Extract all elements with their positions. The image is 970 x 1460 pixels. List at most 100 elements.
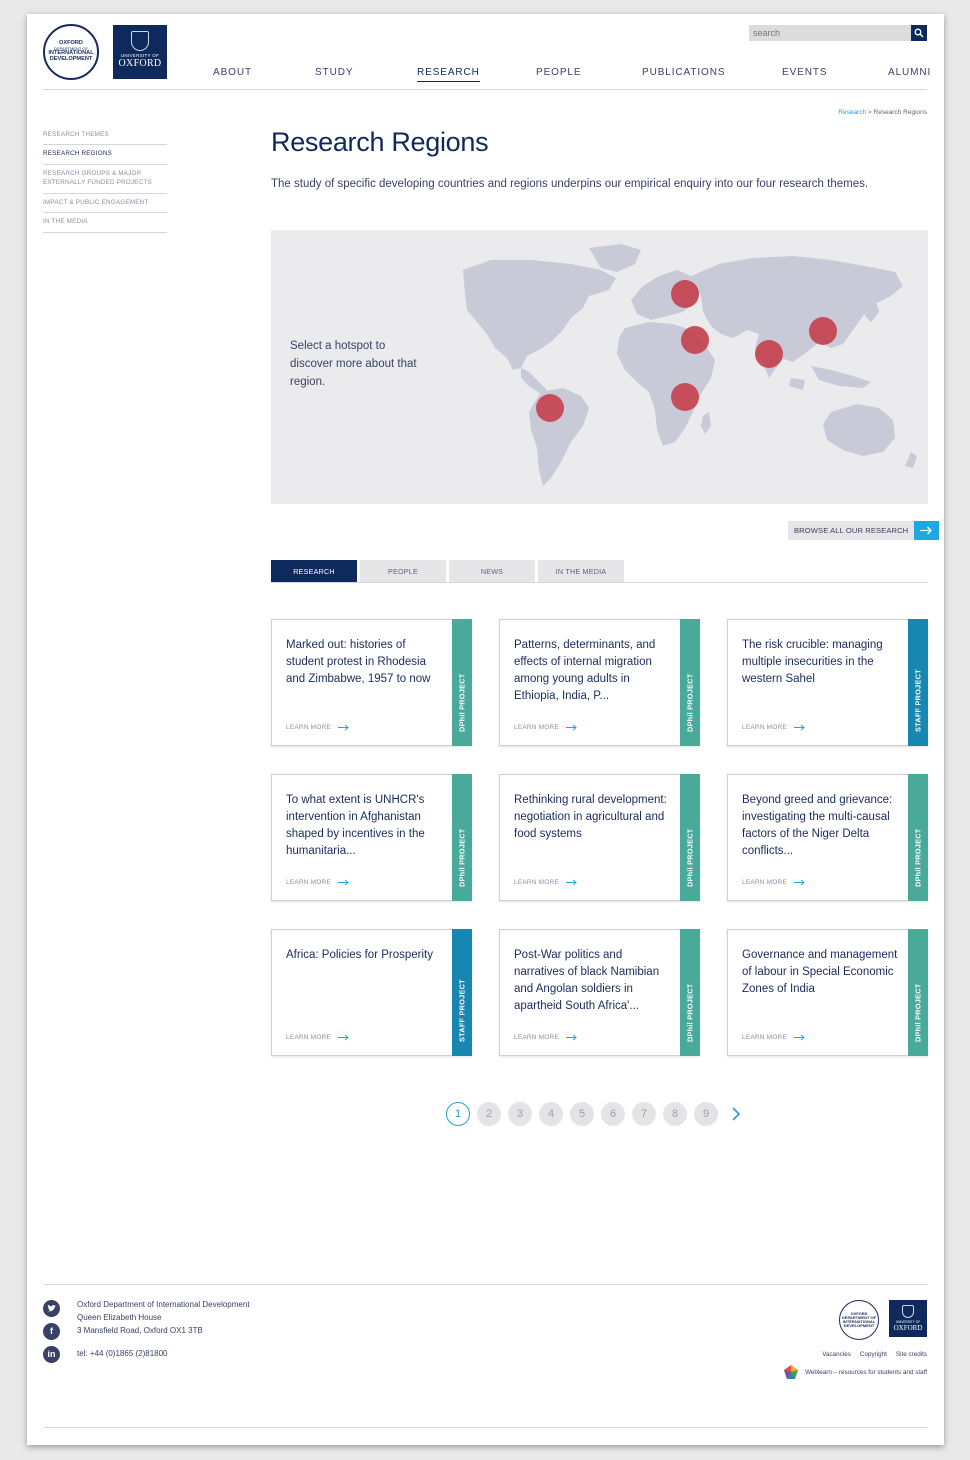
tab-news[interactable]: NEWS [449,560,535,582]
page: OXFORD DEPARTMENT OF INTERNATIONAL DEVEL… [27,14,944,1445]
page-3[interactable]: 3 [508,1102,532,1126]
footer-oid-logo[interactable]: OXFORD DEPARTMENT OF INTERNATIONAL DEVEL… [839,1300,879,1340]
nav-events[interactable]: EVENTS [782,67,827,78]
sidebar-item-in-the-media[interactable]: IN THE MEDIA [43,213,167,233]
oid-logo[interactable]: OXFORD DEPARTMENT OF INTERNATIONAL DEVEL… [43,24,99,80]
research-card[interactable]: Governance and management of labour in S… [727,929,928,1056]
weblearn-icon [784,1365,799,1379]
learn-more-link[interactable]: LEARN MORE [514,1034,578,1041]
nav-people[interactable]: PEOPLE [536,67,581,78]
footer-oxford-logo[interactable]: UNIVERSITY OF OXFORD [889,1300,927,1337]
learn-more-link[interactable]: LEARN MORE [514,724,578,731]
breadcrumb-separator: > [867,109,872,116]
hotspot-east-asia[interactable] [809,317,837,345]
twitter-icon[interactable] [43,1300,60,1317]
project-type-label: DPhil PROJECT [685,673,695,732]
nav-alumni[interactable]: ALUMNI [888,67,931,78]
research-card[interactable]: To what extent is UNHCR's intervention i… [271,774,472,901]
research-card[interactable]: Marked out: histories of student protest… [271,619,472,746]
research-card[interactable]: Africa: Policies for Prosperity LEARN MO… [271,929,472,1056]
sidebar-item-research-themes[interactable]: RESEARCH THEMES [43,127,167,146]
nav-research[interactable]: RESEARCH [417,67,480,82]
hotspot-africa[interactable] [671,383,699,411]
search-input[interactable] [749,25,911,41]
research-card[interactable]: Patterns, determinants, and effects of i… [499,619,700,746]
sidebar-item-research-regions[interactable]: RESEARCH REGIONS [43,145,167,165]
linkedin-icon[interactable]: in [43,1346,60,1363]
oxford-logo[interactable]: UNIVERSITY OF OXFORD [113,25,167,79]
project-type-label: DPhil PROJECT [685,828,695,887]
project-type-tag: DPhil PROJECT [680,619,700,746]
tab-research[interactable]: RESEARCH [271,560,357,582]
hotspot-middle-east[interactable] [681,326,709,354]
learn-more-label: LEARN MORE [742,879,787,886]
site-credits-link[interactable]: Site credits [896,1351,927,1358]
learn-more-link[interactable]: LEARN MORE [286,1034,350,1041]
next-page-button[interactable] [725,1102,749,1126]
learn-more-link[interactable]: LEARN MORE [286,879,350,886]
research-card[interactable]: Beyond greed and grievance: investigatin… [727,774,928,901]
sidebar-item-research-groups[interactable]: RESEARCH GROUPS & MAJOR EXTERNALLY FUNDE… [43,165,167,194]
nav-study[interactable]: STUDY [315,67,353,78]
learn-more-label: LEARN MORE [514,879,559,886]
learn-more-label: LEARN MORE [742,1034,787,1041]
copyright-link[interactable]: Copyright [860,1351,887,1358]
learn-more-label: LEARN MORE [514,1034,559,1041]
vacancies-link[interactable]: Vacancies [822,1351,851,1358]
page-4[interactable]: 4 [539,1102,563,1126]
page-7[interactable]: 7 [632,1102,656,1126]
project-type-label: STAFF PROJECT [913,669,923,732]
sidebar: RESEARCH THEMES RESEARCH REGIONS RESEARC… [43,127,167,233]
footer-links: Vacancies Copyright Site credits [813,1351,927,1358]
oxford-logo-big: OXFORD [893,1324,923,1332]
card-title: The risk crucible: managing multiple ins… [742,639,883,685]
card-title: Post-War politics and narratives of blac… [514,949,660,1012]
search-button[interactable] [911,25,927,41]
weblearn-link[interactable]: Weblearn – resources for students and st… [783,1364,927,1380]
tab-people[interactable]: PEOPLE [360,560,446,582]
breadcrumb-research-link[interactable]: Research [838,109,866,116]
card-title: Africa: Policies for Prosperity [286,949,433,961]
learn-more-label: LEARN MORE [286,879,331,886]
footer-telephone: tel: +44 (0)1865 (2)81800 [77,1349,168,1358]
hotspot-south-asia[interactable] [755,340,783,368]
hotspot-europe[interactable] [671,280,699,308]
hotspot-south-america[interactable] [536,394,564,422]
project-type-tag: DPhil PROJECT [452,774,472,901]
page-6[interactable]: 6 [601,1102,625,1126]
project-type-tag: DPhil PROJECT [908,929,928,1056]
learn-more-link[interactable]: LEARN MORE [286,724,350,731]
learn-more-link[interactable]: LEARN MORE [742,1034,806,1041]
page-9[interactable]: 9 [694,1102,718,1126]
learn-more-link[interactable]: LEARN MORE [742,879,806,886]
nav-about[interactable]: ABOUT [213,67,252,78]
page-title: Research Regions [271,127,489,157]
map-prompt: Select a hotspot to discover more about … [290,340,417,388]
learn-more-link[interactable]: LEARN MORE [514,879,578,886]
browse-all-research-button[interactable]: BROWSE ALL OUR RESEARCH [788,521,940,540]
nav-publications[interactable]: PUBLICATIONS [642,67,725,78]
page-5[interactable]: 5 [570,1102,594,1126]
project-type-label: DPhil PROJECT [457,673,467,732]
world-map-panel: Select a hotspot to discover more about … [271,230,928,504]
page-1[interactable]: 1 [446,1102,470,1126]
oxford-logo-big: OXFORD [118,58,162,69]
learn-more-label: LEARN MORE [286,1034,331,1041]
address-line: Queen Elizabeth House [77,1313,162,1322]
research-card[interactable]: The risk crucible: managing multiple ins… [727,619,928,746]
sidebar-item-impact[interactable]: IMPACT & PUBLIC ENGAGEMENT [43,194,167,214]
learn-more-link[interactable]: LEARN MORE [742,724,806,731]
arrow-right-icon [914,521,940,540]
tab-in-the-media[interactable]: IN THE MEDIA [538,560,624,582]
page-2[interactable]: 2 [477,1102,501,1126]
page-8[interactable]: 8 [663,1102,687,1126]
arrow-right-icon [793,724,805,731]
project-type-tag: DPhil PROJECT [908,774,928,901]
facebook-icon[interactable]: f [43,1323,60,1340]
learn-more-label: LEARN MORE [742,724,787,731]
learn-more-label: LEARN MORE [286,724,331,731]
research-card[interactable]: Rethinking rural development: negotiatio… [499,774,700,901]
research-card[interactable]: Post-War politics and narratives of blac… [499,929,700,1056]
chevron-right-icon [732,1107,741,1121]
card-title: Marked out: histories of student protest… [286,639,431,685]
